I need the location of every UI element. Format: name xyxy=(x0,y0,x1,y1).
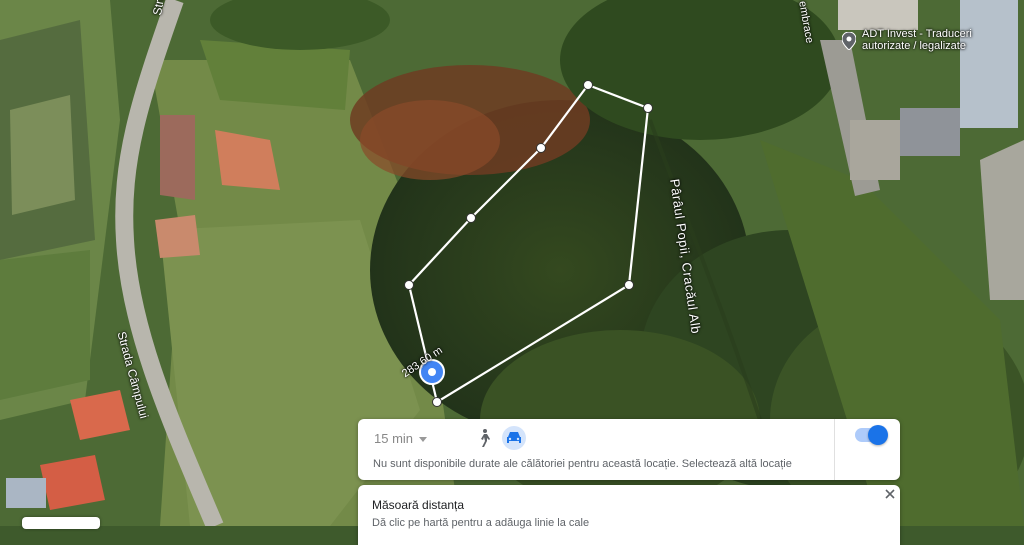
measure-point xyxy=(466,213,476,223)
measure-hint: Dă clic pe hartă pentru a adăuga linie l… xyxy=(372,517,590,529)
building xyxy=(960,0,1018,128)
car-mode-button[interactable] xyxy=(502,426,526,450)
building xyxy=(900,108,960,156)
time-select[interactable]: 15 min xyxy=(374,431,428,446)
toggle-switch[interactable] xyxy=(855,425,888,445)
pin-icon[interactable] xyxy=(842,32,856,50)
time-value: 15 min xyxy=(374,431,414,446)
measure-point xyxy=(432,397,442,407)
measure-point xyxy=(404,280,414,290)
house-roof xyxy=(155,215,200,258)
car-icon xyxy=(507,432,521,443)
poi-label[interactable]: ADT Invest - Traduceri autorizate / lega… xyxy=(862,28,1012,52)
walk-icon[interactable] xyxy=(475,428,493,448)
building xyxy=(838,0,918,30)
close-icon[interactable] xyxy=(884,488,896,500)
chevron-down-icon xyxy=(419,437,428,443)
toggle-knob xyxy=(868,425,888,445)
measure-distance-panel: Măsoară distanța Dă clic pe hartă pentru… xyxy=(358,485,900,545)
measure-point xyxy=(536,143,546,153)
measure-title: Măsoară distanța xyxy=(372,498,465,512)
measure-point xyxy=(583,80,593,90)
map-control[interactable] xyxy=(22,517,100,529)
house-roof xyxy=(40,455,105,510)
house-roof xyxy=(160,115,195,200)
directions-panel: 15 min Nu sunt disponibile durate ale că… xyxy=(358,419,900,480)
measure-point xyxy=(624,280,634,290)
divider xyxy=(834,419,835,480)
measure-point xyxy=(643,103,653,113)
no-times-message: Nu sunt disponibile durate ale călătorie… xyxy=(373,458,792,470)
